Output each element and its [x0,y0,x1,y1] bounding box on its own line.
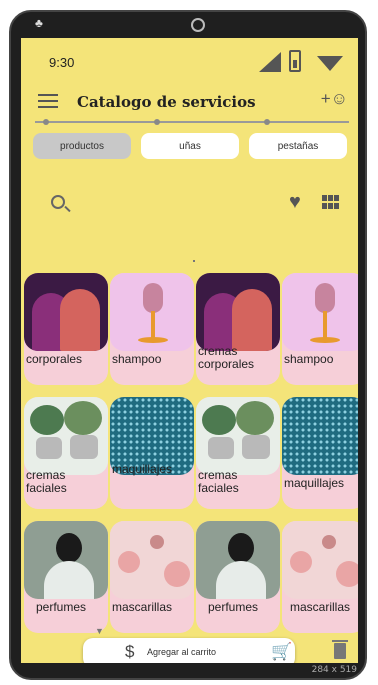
product-card[interactable]: corporales [24,273,108,385]
menu-icon[interactable] [38,94,58,108]
divider [35,121,349,123]
product-card[interactable]: maquillajes [282,397,358,509]
product-label: shampoo [284,352,334,366]
app-screen: 9:30 Catalogo de servicios +☺ productos … [21,38,358,663]
product-image [110,521,194,599]
product-label: mascarillas [290,600,351,614]
camera-icon [191,18,205,32]
status-time: 9:30 [49,55,75,70]
toolbar: ♥ [21,185,358,225]
product-label: cremas faciales [26,468,67,495]
page-title: Catalogo de servicios [77,93,256,111]
signal-icon [259,52,281,72]
product-image [24,273,108,351]
status-bar: 9:30 [21,38,358,78]
decorative-dot [193,260,195,262]
add-to-cart-bar[interactable]: $ Agregar al carrito 🛒 [83,638,295,663]
product-card[interactable]: perfumes [196,521,280,633]
product-image [196,397,280,475]
step-dot [264,119,270,125]
category-tabs: productos uñas pestañas [21,133,358,163]
tab-pestanas[interactable]: pestañas [249,133,347,159]
product-label: corporales [26,352,83,366]
search-icon[interactable] [51,195,65,209]
product-grid: corporales shampoo cremas corporales sha… [21,273,358,643]
product-card[interactable]: cremas corporales [196,273,280,385]
phone-frame: ♣ 9:30 Catalogo de servicios +☺ producto… [9,10,367,680]
product-image [24,397,108,475]
notch-pin-icon: ♣ [35,16,43,30]
app-bar: Catalogo de servicios +☺ [21,86,358,120]
tab-unas[interactable]: uñas [141,133,239,159]
product-card[interactable]: mascarillas [282,521,358,633]
product-card[interactable]: cremas faciales [196,397,280,509]
grid-view-icon[interactable] [322,195,340,209]
add-user-icon[interactable]: +☺ [321,89,348,109]
arrow-down-icon: ▼ [95,626,104,636]
trash-icon[interactable] [332,640,348,659]
product-card[interactable]: cremas faciales [24,397,108,509]
product-label: cremas faciales [198,468,239,495]
product-image [24,521,108,599]
product-label: shampoo [112,352,162,366]
product-image [196,521,280,599]
dollar-icon: $ [125,642,135,661]
product-card[interactable]: shampoo [282,273,358,385]
product-card[interactable]: shampoo [110,273,194,385]
product-card[interactable]: maquillajes [110,397,194,509]
heart-icon[interactable]: ♥ [289,191,301,214]
product-image [282,521,358,599]
add-to-cart-label: Agregar al carrito [147,647,217,657]
product-label: maquillajes [284,476,345,490]
product-image [282,397,358,475]
step-dot [43,119,49,125]
product-label: perfumes [208,600,259,614]
cart-icon[interactable]: 🛒 [271,642,292,662]
tab-productos[interactable]: productos [33,133,131,159]
product-label: mascarillas [112,600,173,614]
product-card[interactable]: perfumes [24,521,108,633]
product-image [282,273,358,351]
product-card[interactable]: mascarillas [110,521,194,633]
frame-size-label: 284 x 519 [311,665,357,675]
product-label: maquillajes [112,462,173,476]
product-label: cremas corporales [198,344,255,371]
wifi-icon [317,56,343,71]
product-image [196,273,280,351]
battery-icon [289,50,301,72]
product-image [110,273,194,351]
product-label: perfumes [36,600,87,614]
step-dot [154,119,160,125]
